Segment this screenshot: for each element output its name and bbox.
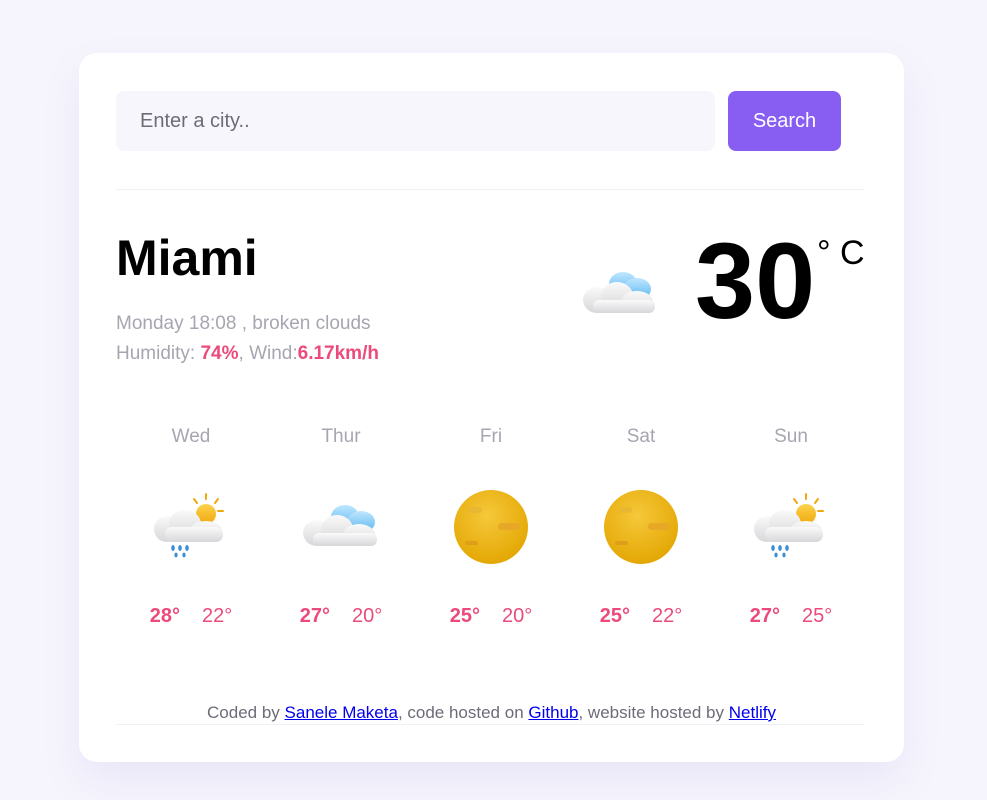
- weather-description: broken clouds: [252, 313, 371, 334]
- date-description: Monday 18:08 , broken clouds: [116, 313, 371, 334]
- forecast-day: Fri 25° 20°: [416, 423, 566, 643]
- forecast-max-temp: 27°: [299, 605, 330, 627]
- forecast-day: Wed 28° 22°: [116, 423, 266, 643]
- date-time: Monday 18:08: [116, 313, 237, 334]
- search-form: Search: [116, 91, 841, 151]
- forecast-day: Sun 27° 25°: [716, 423, 866, 643]
- forecast-max-temp: 25°: [599, 605, 630, 627]
- github-link[interactable]: Github: [528, 703, 578, 722]
- footer-website-hosted: , website hosted by: [578, 703, 725, 722]
- forecast-temps: 27° 20°: [266, 602, 416, 630]
- forecast-day: Sat 25° 22°: [566, 423, 716, 643]
- author-link[interactable]: Sanele Maketa: [285, 703, 398, 722]
- rain-sun-icon: [151, 489, 231, 565]
- forecast-day-name: Fri: [479, 426, 503, 447]
- forecast-min-temp: 25°: [802, 605, 833, 627]
- humidity-value: 74%: [200, 343, 239, 364]
- netlify-link[interactable]: Netlify: [729, 703, 776, 722]
- humidity-label: Humidity:: [116, 343, 196, 364]
- forecast-min-temp: 20°: [352, 605, 383, 627]
- forecast-day-name: Thur: [321, 426, 361, 447]
- broken-clouds-icon: [301, 489, 381, 565]
- forecast-max-temp: 25°: [449, 605, 480, 627]
- sun-icon: [601, 489, 681, 565]
- divider: [116, 724, 864, 725]
- forecast-temps: 28° 22°: [116, 602, 266, 630]
- city-name: Miami: [116, 230, 258, 286]
- temperature-unit: ° C: [817, 234, 865, 272]
- wind-label: Wind:: [249, 343, 298, 364]
- rain-sun-icon: [751, 489, 831, 565]
- current-details: Monday 18:08 , broken clouds Humidity: 7…: [116, 309, 379, 369]
- broken-clouds-icon: [579, 260, 661, 320]
- forecast-temps: 27° 25°: [716, 602, 866, 630]
- footer: Coded by Sanele Maketa, code hosted on G…: [79, 703, 904, 723]
- city-search-input[interactable]: [116, 91, 715, 151]
- forecast-day: Thur 27° 20°: [266, 423, 416, 643]
- forecast-min-temp: 22°: [202, 605, 233, 627]
- footer-coded-by: Coded by: [207, 703, 280, 722]
- forecast-min-temp: 22°: [652, 605, 683, 627]
- weather-card: Search Miami Monday 18:08 , broken cloud…: [79, 53, 904, 762]
- forecast-temps: 25° 20°: [416, 602, 566, 630]
- forecast-max-temp: 27°: [749, 605, 780, 627]
- wind-value: 6.17km/h: [297, 343, 379, 364]
- sun-icon: [451, 489, 531, 565]
- footer-code-hosted: , code hosted on: [397, 703, 524, 722]
- forecast-temps: 25° 22°: [566, 602, 716, 630]
- search-button[interactable]: Search: [728, 91, 841, 151]
- divider: [116, 189, 864, 190]
- forecast-day-name: Wed: [171, 426, 211, 447]
- forecast-day-name: Sun: [774, 426, 808, 447]
- forecast: Wed 28° 22° Thur 27° 20° Fri 25° 20° Sat…: [116, 423, 866, 643]
- humidity-wind: Humidity: 74%, Wind:6.17km/h: [116, 343, 379, 364]
- forecast-min-temp: 20°: [502, 605, 533, 627]
- current-temperature: 30: [695, 220, 816, 341]
- forecast-day-name: Sat: [626, 426, 656, 447]
- forecast-max-temp: 28°: [149, 605, 180, 627]
